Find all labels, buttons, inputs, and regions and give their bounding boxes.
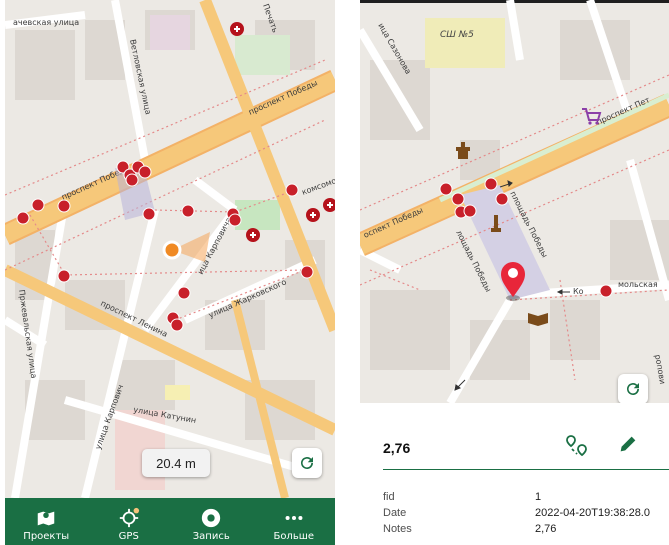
attribute-key: fid: [383, 491, 395, 503]
pencil-icon[interactable]: [617, 433, 639, 455]
refresh-icon: [627, 383, 639, 396]
map-pin-icon: [38, 511, 55, 526]
gps-crosshair-icon: [119, 507, 139, 528]
map-label: СШ №5: [440, 30, 474, 40]
map-canvas[interactable]: ачевская улица проспект Победы проспект …: [5, 0, 335, 498]
map-canvas[interactable]: СШ №5 ица Сазонова проспект Пет оспект П…: [360, 0, 669, 403]
sync-button[interactable]: [292, 448, 322, 478]
street-label: мольская: [618, 280, 658, 289]
feature-info-panel: 2,76 fid 1 Date 2022-04-20T19:38:28.0 No…: [360, 403, 669, 545]
route-icon[interactable]: [565, 433, 589, 457]
left-phone-screen: ачевская улица проспект Победы проспект …: [5, 0, 335, 545]
nav-record[interactable]: Запись: [171, 507, 251, 545]
nav-label: GPS: [118, 531, 139, 542]
feature-title: 2,76: [383, 440, 411, 456]
refresh-icon: [301, 457, 313, 470]
nav-label: Проекты: [23, 531, 70, 542]
panel-divider: [383, 469, 669, 470]
nav-label: Больше: [273, 531, 315, 542]
attribute-key: Date: [383, 507, 407, 519]
attribute-key: Notes: [383, 523, 412, 535]
hospital-icon: [230, 22, 244, 36]
hospital-icon: [306, 208, 320, 222]
map-scale-label: 20.4 m: [142, 449, 210, 477]
attribute-value: 2,76: [535, 523, 557, 535]
right-phone-screen: СШ №5 ица Сазонова проспект Пет оспект П…: [360, 0, 669, 545]
street-label: Ко: [573, 287, 584, 296]
street-label: ачевская улица: [13, 18, 79, 27]
more-icon: [285, 515, 303, 521]
attribute-value: 1: [535, 491, 542, 503]
record-icon: [202, 508, 221, 528]
nav-more[interactable]: Больше: [254, 507, 334, 545]
panel-actions: [565, 433, 639, 457]
nav-gps[interactable]: GPS: [89, 507, 169, 545]
hospital-icon: [246, 228, 260, 242]
sync-button[interactable]: [618, 374, 648, 404]
nav-projects[interactable]: Проекты: [6, 507, 86, 545]
bottom-navigation: Проекты GPS Запись Больше: [5, 498, 335, 545]
attribute-value: 2022-04-20T19:38:28.0: [535, 507, 650, 519]
nav-label: Запись: [192, 531, 230, 542]
